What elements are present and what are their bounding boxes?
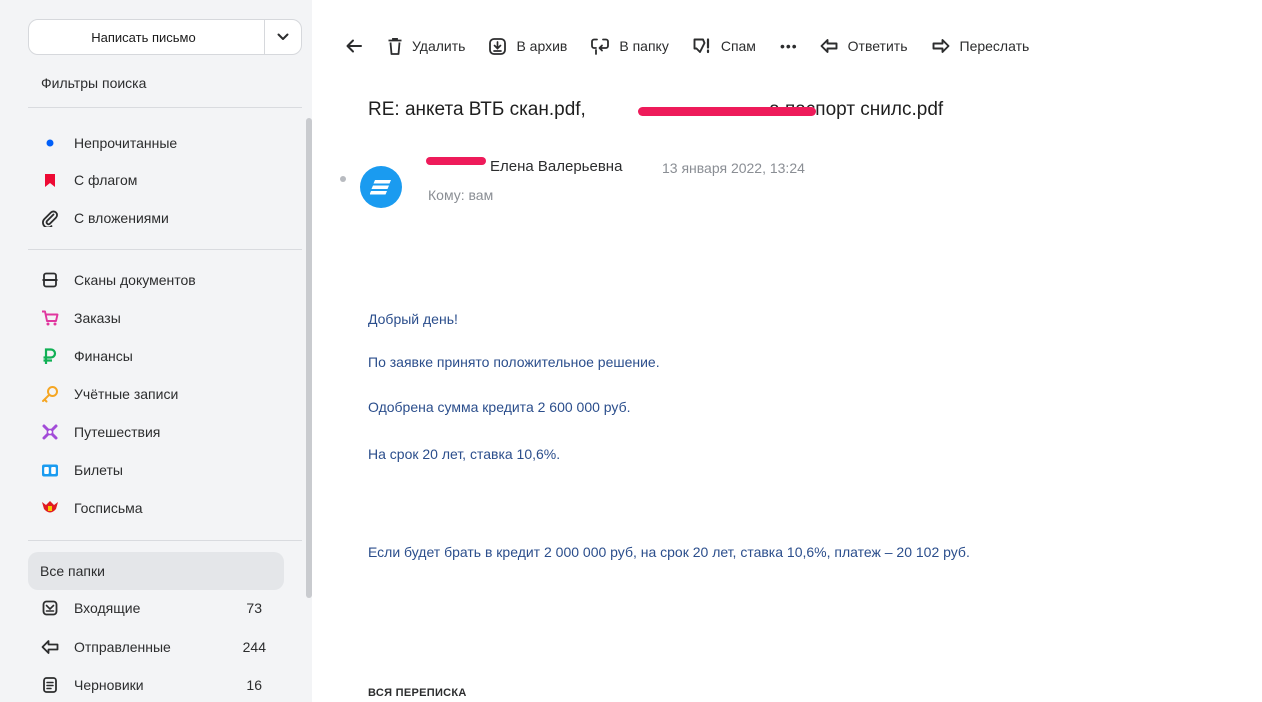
move-to-folder-button[interactable]: В папку bbox=[591, 38, 669, 55]
message-body-line: На срок 20 лет, ставка 10,6%. bbox=[368, 446, 561, 462]
filter-label: С вложениями bbox=[74, 210, 169, 226]
category-label: Учётные записи bbox=[74, 386, 179, 402]
filter-label: Непрочитанные bbox=[74, 135, 178, 151]
spam-label: Спам bbox=[720, 38, 756, 54]
paperclip-icon bbox=[40, 208, 60, 228]
reply-label: Ответить bbox=[847, 38, 908, 54]
forward-button[interactable]: Переслать bbox=[932, 38, 1030, 54]
delete-button[interactable]: Удалить bbox=[388, 37, 466, 55]
filter-label: С флагом bbox=[74, 172, 138, 188]
folder-drafts[interactable]: Черновики 16 bbox=[28, 669, 288, 701]
subject-prefix: RE: анкета ВТБ скан.pdf, bbox=[368, 99, 592, 120]
sender-avatar[interactable] bbox=[360, 166, 402, 208]
message-view: Удалить В архив В папку Спам ••• Ответит… bbox=[326, 0, 1262, 702]
message-body-line: По заявке принято положительное решение. bbox=[368, 354, 660, 370]
divider bbox=[28, 107, 302, 108]
category-label: Путешествия bbox=[74, 424, 161, 440]
back-button[interactable] bbox=[346, 39, 362, 53]
category-travel[interactable]: Путешествия bbox=[28, 416, 288, 448]
category-gov[interactable]: Госписьма bbox=[28, 492, 288, 524]
folder-label: Отправленные bbox=[74, 639, 171, 655]
recipient-line[interactable]: Кому: вам bbox=[428, 187, 493, 203]
archive-icon bbox=[489, 37, 507, 55]
folder-label: Входящие bbox=[74, 600, 141, 616]
travel-icon bbox=[40, 422, 60, 442]
more-actions-button[interactable]: ••• bbox=[780, 38, 798, 54]
sent-icon bbox=[40, 637, 60, 657]
move-to-folder-label: В папку bbox=[619, 38, 669, 54]
sender-name-text: Елена Валерьевна bbox=[490, 158, 623, 175]
search-filters-title[interactable]: Фильтры поиска bbox=[41, 75, 146, 91]
archive-label: В архив bbox=[516, 38, 568, 54]
message-body-line: Если будет брать в кредит 2 000 000 руб,… bbox=[368, 544, 970, 560]
redaction-mark bbox=[638, 107, 816, 116]
category-label: Госписьма bbox=[74, 500, 143, 516]
compose-button-group: Написать письмо bbox=[28, 19, 302, 55]
spam-icon bbox=[693, 38, 709, 54]
inbox-icon bbox=[40, 598, 60, 618]
category-tickets[interactable]: Билеты bbox=[28, 454, 288, 486]
company-logo-icon bbox=[370, 180, 391, 195]
folder-count: 73 bbox=[246, 600, 262, 616]
unread-status-dot[interactable] bbox=[340, 176, 346, 182]
ticket-icon bbox=[40, 460, 60, 480]
forward-icon bbox=[932, 39, 949, 53]
compose-button[interactable]: Написать письмо bbox=[29, 20, 264, 54]
message-date: 13 января 2022, 13:24 bbox=[662, 160, 805, 176]
category-finance[interactable]: Финансы bbox=[28, 340, 288, 372]
category-scans[interactable]: Сканы документов bbox=[28, 264, 288, 296]
reply-button[interactable]: Ответить bbox=[820, 38, 908, 54]
gov-emblem-icon bbox=[40, 498, 60, 518]
thread-title: ВСЯ ПЕРЕПИСКА bbox=[368, 687, 467, 699]
message-body-line: Одобрена сумма кредита 2 600 000 руб. bbox=[368, 399, 631, 415]
sidebar: Написать письмо Фильтры поиска Непрочита… bbox=[0, 0, 312, 702]
move-folder-icon bbox=[591, 38, 610, 55]
cart-icon bbox=[40, 308, 60, 328]
archive-button[interactable]: В архив bbox=[489, 37, 568, 55]
folder-count: 244 bbox=[242, 639, 266, 655]
folder-inbox[interactable]: Входящие 73 bbox=[28, 592, 288, 624]
spam-button[interactable]: Спам bbox=[693, 38, 756, 54]
flag-icon bbox=[40, 170, 60, 190]
all-folders-item[interactable]: Все папки bbox=[28, 552, 284, 590]
message-body-line: Добрый день! bbox=[368, 311, 458, 327]
unread-dot-icon bbox=[40, 133, 60, 153]
category-label: Заказы bbox=[74, 310, 121, 326]
forward-label: Переслать bbox=[959, 38, 1030, 54]
category-orders[interactable]: Заказы bbox=[28, 302, 288, 334]
trash-icon bbox=[388, 37, 402, 55]
filter-flagged[interactable]: С флагом bbox=[28, 164, 288, 196]
compose-dropdown-button[interactable] bbox=[265, 20, 301, 54]
reply-icon bbox=[820, 39, 838, 53]
delete-label: Удалить bbox=[412, 38, 466, 54]
folder-sent[interactable]: Отправленные 244 bbox=[28, 631, 288, 663]
folder-count: 16 bbox=[246, 677, 262, 693]
ruble-icon bbox=[40, 346, 60, 366]
category-label: Сканы документов bbox=[74, 272, 196, 288]
filter-attachments[interactable]: С вложениями bbox=[28, 202, 288, 234]
filter-unread[interactable]: Непрочитанные bbox=[28, 127, 288, 159]
message-toolbar: Удалить В архив В папку Спам ••• Ответит… bbox=[326, 24, 1256, 68]
redaction-mark bbox=[426, 157, 486, 165]
category-label: Билеты bbox=[74, 462, 123, 478]
category-label: Финансы bbox=[74, 348, 133, 364]
divider bbox=[28, 540, 302, 541]
folder-label: Черновики bbox=[74, 677, 144, 693]
scanner-icon bbox=[40, 270, 60, 290]
drafts-icon bbox=[40, 675, 60, 695]
category-accounts[interactable]: Учётные записи bbox=[28, 378, 288, 410]
chevron-down-icon bbox=[277, 33, 289, 40]
sidebar-scrollbar[interactable] bbox=[306, 118, 312, 598]
arrow-left-icon bbox=[346, 39, 362, 53]
key-icon bbox=[40, 384, 60, 404]
divider bbox=[28, 249, 302, 250]
